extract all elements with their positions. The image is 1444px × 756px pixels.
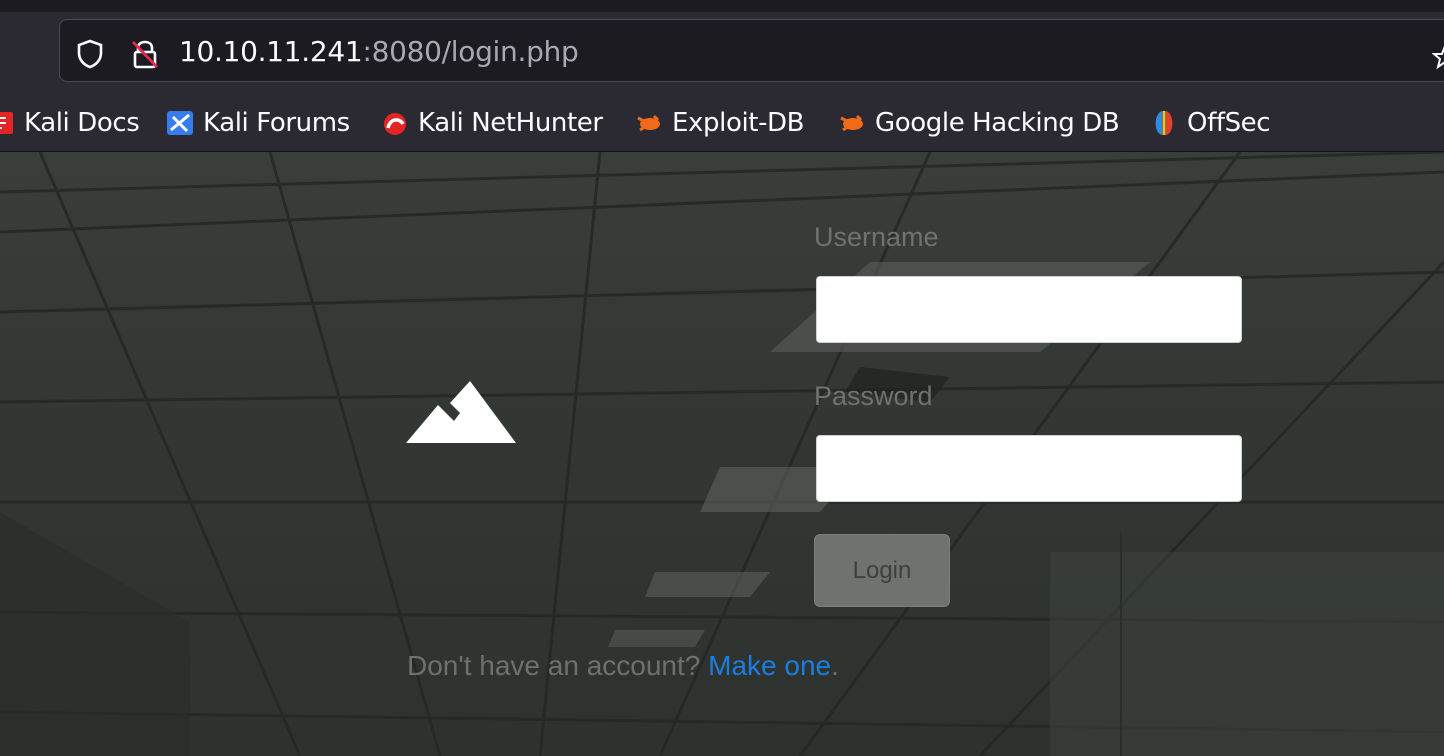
shield-icon[interactable] xyxy=(73,37,107,71)
kali-forums-icon xyxy=(167,111,193,135)
insecure-lock-icon[interactable] xyxy=(128,37,162,71)
url-path: :8080/login.php xyxy=(362,35,579,68)
bookmark-label: Exploit-DB xyxy=(672,108,805,138)
mountain-logo-icon xyxy=(406,381,516,443)
signup-suffix: . xyxy=(831,650,839,681)
signup-prompt: Don't have an account? Make one. xyxy=(407,650,839,682)
make-account-link[interactable]: Make one xyxy=(708,650,831,681)
username-input[interactable] xyxy=(816,276,1242,343)
bookmark-kali-forums[interactable]: Kali Forums xyxy=(165,106,350,140)
bookmarks-bar: Kali Docs Kali Forums Kali NetHunter Exp… xyxy=(0,94,1444,152)
username-label: Username xyxy=(814,222,939,252)
url-bar[interactable]: 10.10.11.241:8080/login.php xyxy=(59,19,1444,82)
bookmark-label: Kali Docs xyxy=(24,108,140,138)
bookmark-label: Google Hacking DB xyxy=(875,108,1120,138)
bookmark-label: Kali Forums xyxy=(203,108,350,138)
exploit-db-icon xyxy=(637,114,660,132)
url-host: 10.10.11.241 xyxy=(179,35,363,68)
bookmark-google-hacking-db[interactable]: Google Hacking DB xyxy=(837,106,1120,140)
google-hacking-db-icon xyxy=(840,114,863,132)
password-input[interactable] xyxy=(816,435,1242,502)
browser-toolbar: 10.10.11.241:8080/login.php xyxy=(0,12,1444,94)
kali-docs-icon xyxy=(0,112,13,134)
login-button[interactable]: Login xyxy=(814,534,950,607)
bookmark-offsec[interactable]: OffSec xyxy=(1149,106,1271,140)
bookmark-exploit-db[interactable]: Exploit-DB xyxy=(634,106,805,140)
bookmark-label: OffSec xyxy=(1187,108,1271,138)
signup-text: Don't have an account? xyxy=(407,650,701,681)
window-top-strip xyxy=(0,0,1444,12)
offsec-icon xyxy=(1155,111,1173,135)
bookmark-star-icon[interactable] xyxy=(1432,44,1444,70)
login-page: Username Password Login Don't have an ac… xyxy=(0,152,1444,756)
url-text[interactable]: 10.10.11.241:8080/login.php xyxy=(179,35,579,68)
password-label: Password xyxy=(814,381,933,411)
bookmark-label: Kali NetHunter xyxy=(418,108,603,138)
kali-nethunter-icon xyxy=(384,113,406,135)
bookmark-kali-docs[interactable]: Kali Docs xyxy=(0,106,140,140)
bookmark-kali-nethunter[interactable]: Kali NetHunter xyxy=(380,106,603,140)
